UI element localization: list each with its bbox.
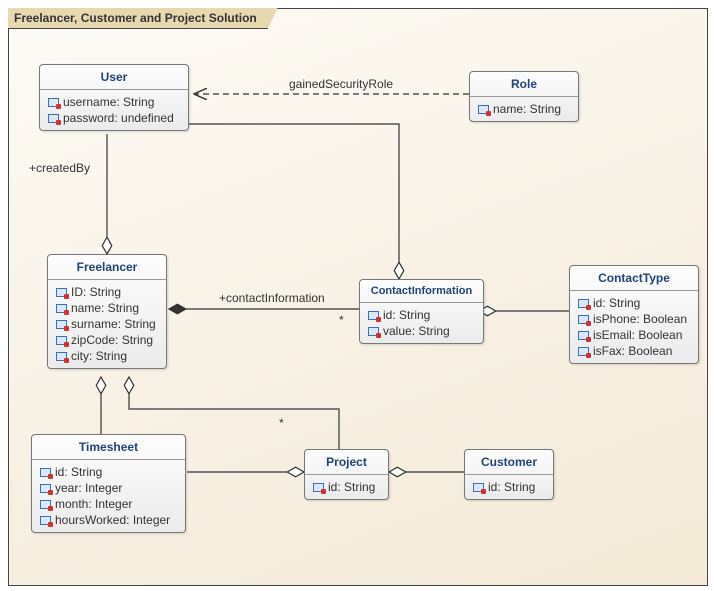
attribute-icon: [578, 299, 589, 308]
attr-label: surname: String: [71, 317, 156, 331]
class-attrs: name: String: [470, 97, 578, 121]
class-name: Role: [470, 72, 578, 97]
label-createdBy: +createdBy: [29, 161, 90, 175]
attribute-icon: [40, 468, 51, 477]
class-name: ContactType: [570, 266, 698, 291]
label-contactInformation: +contactInformation: [219, 291, 325, 305]
class-attrs: username: String password: undefined: [40, 90, 188, 130]
attr-label: username: String: [63, 95, 154, 109]
attr-row: id: String: [576, 295, 692, 311]
attribute-icon: [56, 336, 67, 345]
attribute-icon: [578, 347, 589, 356]
attr-row: name: String: [54, 300, 160, 316]
class-role[interactable]: Role name: String: [469, 71, 579, 122]
attr-row: value: String: [366, 323, 477, 339]
label-gainedSecurityRole: gainedSecurityRole: [289, 77, 393, 91]
attribute-icon: [48, 98, 59, 107]
attr-row: isFax: Boolean: [576, 343, 692, 359]
class-name: Timesheet: [32, 435, 185, 460]
edge-user-contactinfo: [177, 124, 399, 279]
attr-label: city: String: [71, 349, 127, 363]
attr-label: value: String: [383, 324, 450, 338]
attr-label: month: Integer: [55, 497, 132, 511]
attr-row: year: Integer: [38, 480, 179, 496]
class-name: User: [40, 65, 188, 90]
attr-label: id: String: [383, 308, 430, 322]
class-attrs: id: String value: String: [360, 303, 483, 343]
attr-label: isPhone: Boolean: [593, 312, 687, 326]
attribute-icon: [368, 327, 379, 336]
attr-row: isPhone: Boolean: [576, 311, 692, 327]
class-name: ContactInformation: [360, 280, 483, 303]
class-customer[interactable]: Customer id: String: [464, 449, 554, 500]
class-timesheet[interactable]: Timesheet id: String year: Integer month…: [31, 434, 186, 533]
attr-label: id: String: [593, 296, 640, 310]
class-contacttype[interactable]: ContactType id: String isPhone: Boolean …: [569, 265, 699, 364]
attribute-icon: [56, 320, 67, 329]
class-attrs: id: String: [305, 475, 388, 499]
attribute-icon: [56, 352, 67, 361]
attr-label: hoursWorked: Integer: [55, 513, 170, 527]
attr-label: password: undefined: [63, 111, 174, 125]
attribute-icon: [313, 483, 324, 492]
attr-row: hoursWorked: Integer: [38, 512, 179, 528]
frame-title: Freelancer, Customer and Project Solutio…: [8, 8, 278, 29]
attr-row: ID: String: [54, 284, 160, 300]
attr-label: name: String: [71, 301, 139, 315]
attr-row: id: String: [311, 479, 382, 495]
attr-label: ID: String: [71, 285, 121, 299]
attr-label: isEmail: Boolean: [593, 328, 682, 342]
class-attrs: id: String: [465, 475, 553, 499]
attr-row: username: String: [46, 94, 182, 110]
class-attrs: id: String year: Integer month: Integer …: [32, 460, 185, 532]
attribute-icon: [40, 484, 51, 493]
attr-row: isEmail: Boolean: [576, 327, 692, 343]
attr-row: zipCode: String: [54, 332, 160, 348]
diagram-frame: Freelancer, Customer and Project Solutio…: [8, 8, 708, 586]
class-attrs: ID: String name: String surname: String …: [48, 280, 166, 368]
class-project[interactable]: Project id: String: [304, 449, 389, 500]
class-name: Project: [305, 450, 388, 475]
attr-row: name: String: [476, 101, 572, 117]
label-star2: *: [279, 416, 284, 430]
attr-row: city: String: [54, 348, 160, 364]
attribute-icon: [478, 105, 489, 114]
attribute-icon: [578, 315, 589, 324]
class-attrs: id: String isPhone: Boolean isEmail: Boo…: [570, 291, 698, 363]
attribute-icon: [40, 500, 51, 509]
attr-label: zipCode: String: [71, 333, 153, 347]
attr-label: id: String: [55, 465, 102, 479]
attr-label: year: Integer: [55, 481, 122, 495]
attribute-icon: [473, 483, 484, 492]
attr-label: isFax: Boolean: [593, 344, 672, 358]
attribute-icon: [48, 114, 59, 123]
attr-row: surname: String: [54, 316, 160, 332]
attribute-icon: [578, 331, 589, 340]
class-name: Customer: [465, 450, 553, 475]
attr-row: id: String: [38, 464, 179, 480]
class-user[interactable]: User username: String password: undefine…: [39, 64, 189, 131]
attr-row: id: String: [471, 479, 547, 495]
attr-row: password: undefined: [46, 110, 182, 126]
attr-row: month: Integer: [38, 496, 179, 512]
class-contactinformation[interactable]: ContactInformation id: String value: Str…: [359, 279, 484, 344]
attribute-icon: [56, 288, 67, 297]
attr-label: id: String: [328, 480, 375, 494]
attribute-icon: [56, 304, 67, 313]
attr-row: id: String: [366, 307, 477, 323]
class-name: Freelancer: [48, 255, 166, 280]
attr-label: name: String: [493, 102, 561, 116]
class-freelancer[interactable]: Freelancer ID: String name: String surna…: [47, 254, 167, 369]
attribute-icon: [368, 311, 379, 320]
label-star1: *: [339, 313, 344, 327]
attribute-icon: [40, 516, 51, 525]
attr-label: id: String: [488, 480, 535, 494]
